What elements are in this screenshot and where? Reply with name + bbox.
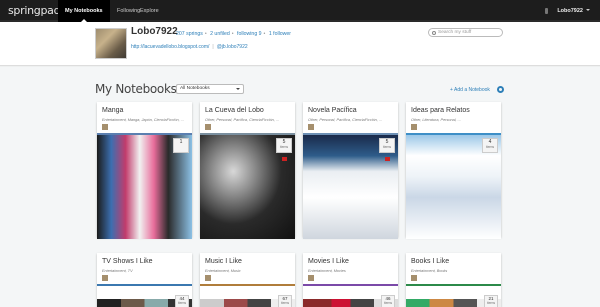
profile-name: Lobo7922: [131, 26, 178, 37]
notebook-title[interactable]: Books I Like: [411, 258, 449, 265]
notebook-card[interactable]: Books I Like Entertainment, Books 21 item…: [406, 253, 501, 307]
notebook-title[interactable]: La Cueva del Lobo: [205, 107, 264, 114]
notebook-tags: Other, Personal, Pacífica, CienciaFicció…: [205, 118, 280, 122]
notebook-card[interactable]: Ideas para Relatos Other, Literatura, Pe…: [406, 102, 501, 239]
search-input[interactable]: Search my stuff: [428, 28, 503, 37]
notebook-preview-image: 67 items: [200, 295, 295, 307]
item-count-badge: 5 items: [276, 138, 292, 153]
notebook-card[interactable]: La Cueva del Lobo Other, Personal, Pacíf…: [200, 102, 295, 239]
notebook-preview-image: 4 items: [406, 135, 501, 239]
nav-explore[interactable]: Explore: [133, 0, 166, 22]
notebook-preview-image: 46 items: [303, 295, 398, 307]
item-count-badge: 44 items: [175, 295, 189, 307]
notebook-tags: Other, Literatura, Personal, ...: [411, 118, 461, 122]
search-icon: [432, 31, 436, 35]
profile-header: [0, 22, 600, 66]
notebook-tags: Entertainment, Manga, Japón, CienciaFicc…: [102, 118, 184, 122]
notification-icon[interactable]: [545, 8, 548, 14]
notebook-card[interactable]: Movies I Like Entertainment, Movies 46 it…: [303, 253, 398, 307]
notebook-title[interactable]: Ideas para Relatos: [411, 107, 470, 114]
springs-link[interactable]: 207 springs: [176, 31, 203, 37]
notebook-color-bar: [200, 284, 295, 286]
gear-icon[interactable]: [497, 86, 504, 93]
lock-icon: [282, 157, 287, 161]
profile-stats: 207 springs • 2 unfiled • following 9 • 1 f…: [176, 31, 292, 37]
page-title: My Notebooks: [95, 82, 177, 96]
avatar[interactable]: [95, 28, 127, 59]
avatar: [205, 275, 211, 281]
twitter-link[interactable]: @jb.lobo7922: [217, 44, 248, 50]
notebook-color-bar: [97, 284, 192, 286]
notebook-title[interactable]: TV Shows I Like: [102, 258, 153, 265]
avatar: [205, 124, 211, 130]
notebook-tags: Entertainment, Music: [205, 269, 241, 273]
item-count-badge: 5 items: [379, 138, 395, 153]
chevron-down-icon: [586, 9, 590, 13]
avatar: [102, 124, 108, 130]
item-count-badge: 4 items: [482, 138, 498, 153]
notebook-preview-image: 44 items: [97, 295, 192, 307]
notebook-filter-select[interactable]: All Notebooks: [176, 84, 244, 94]
item-count-badge: 21 items: [484, 295, 498, 307]
notebook-title[interactable]: Manga: [102, 107, 123, 114]
avatar: [308, 275, 314, 281]
notebook-preview-image: 21 items: [406, 295, 501, 307]
notebook-color-bar: [303, 284, 398, 286]
user-menu[interactable]: Lobo7922: [557, 0, 590, 22]
blog-link[interactable]: http://lacuevadellobo.blogspot.com/: [131, 44, 209, 50]
notebook-card[interactable]: Manga Entertainment, Manga, Japón, Cienc…: [97, 102, 192, 239]
notebook-tags: Other, Personal, Pacífica, CienciaFicció…: [308, 118, 383, 122]
notebook-card[interactable]: Music I Like Entertainment, Music 67 item…: [200, 253, 295, 307]
notebook-preview-image: 5 items: [303, 135, 398, 239]
notebook-card[interactable]: TV Shows I Like Entertainment, TV 44 item…: [97, 253, 192, 307]
notebook-title[interactable]: Novela Pacífica: [308, 107, 357, 114]
nav-my-notebooks[interactable]: My Notebooks: [58, 0, 110, 22]
notebook-title[interactable]: Movies I Like: [308, 258, 349, 265]
notebook-tags: Entertainment, TV: [102, 269, 133, 273]
item-count-badge: 1: [173, 138, 189, 153]
avatar: [308, 124, 314, 130]
notebook-card[interactable]: Novela Pacífica Other, Personal, Pacífic…: [303, 102, 398, 239]
lock-icon: [385, 157, 390, 161]
notebook-preview-image: 5 items: [200, 135, 295, 239]
avatar: [411, 275, 417, 281]
chevron-down-icon: [236, 88, 240, 92]
avatar: [102, 275, 108, 281]
unfiled-link[interactable]: 2 unfiled: [210, 31, 230, 37]
notebook-title[interactable]: Music I Like: [205, 258, 242, 265]
top-nav-bar: springpad My Notebooks Following Explore…: [0, 0, 600, 22]
notebook-color-bar: [406, 284, 501, 286]
item-count-badge: 46 items: [381, 295, 395, 307]
notebook-preview-image: 1: [97, 135, 192, 239]
notebook-tags: Entertainment, Movies: [308, 269, 346, 273]
main-area: [0, 67, 600, 307]
notebook-tags: Entertainment, Books: [411, 269, 448, 273]
following-link[interactable]: following 9: [237, 31, 262, 37]
item-count-badge: 67 items: [278, 295, 292, 307]
profile-links: http://lacuevadellobo.blogspot.com/| @jb.…: [131, 44, 248, 50]
add-notebook-link[interactable]: + Add a Notebook: [450, 87, 490, 93]
followers-link[interactable]: 1 follower: [269, 31, 291, 37]
avatar: [411, 124, 417, 130]
